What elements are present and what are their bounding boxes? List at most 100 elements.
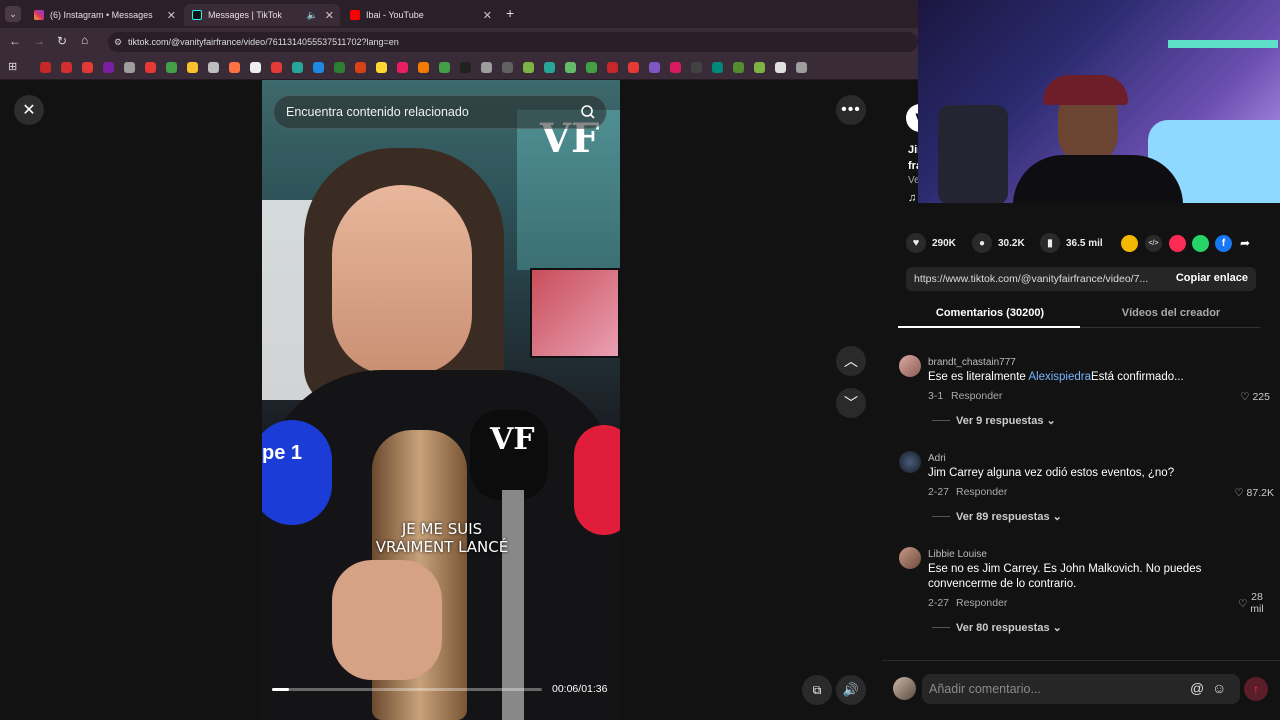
tab-list-button[interactable]: ⌄: [5, 6, 21, 22]
bookmark-icon[interactable]: [82, 62, 93, 73]
bookmark-icon[interactable]: [754, 62, 765, 73]
miniplayer-button[interactable]: ⧉: [802, 675, 832, 705]
speaker-icon[interactable]: 🔈: [307, 10, 318, 21]
bookmark-icon[interactable]: [187, 62, 198, 73]
bookmark-icon[interactable]: [145, 62, 156, 73]
bookmark-icon[interactable]: [250, 62, 261, 73]
new-tab-button[interactable]: +: [506, 5, 514, 21]
bookmark-icon[interactable]: [271, 62, 282, 73]
comment-like-button[interactable]: ♡ 225: [1222, 391, 1270, 403]
bookmark-icon[interactable]: [40, 62, 51, 73]
share-icon[interactable]: ➦: [1240, 236, 1250, 250]
reply-button[interactable]: Responder: [956, 486, 1007, 498]
reply-button[interactable]: Responder: [956, 597, 1007, 609]
bookmark-icon[interactable]: [61, 62, 72, 73]
home-icon[interactable]: ⌂: [81, 33, 88, 47]
avatar[interactable]: [899, 355, 921, 377]
bookmark-icon[interactable]: [418, 62, 429, 73]
bookmark-icon[interactable]: [733, 62, 744, 73]
apps-icon[interactable]: ⊞: [8, 60, 17, 73]
close-icon[interactable]: ✕: [325, 9, 334, 22]
bookmark-icon[interactable]: [481, 62, 492, 73]
forward-icon[interactable]: →: [33, 34, 45, 48]
search-icon[interactable]: [580, 104, 596, 120]
bookmark-icon[interactable]: [691, 62, 702, 73]
next-video-button[interactable]: ﹀: [836, 388, 866, 418]
tab-instagram[interactable]: (6) Instagram • Messages ✕: [26, 4, 182, 26]
replies-divider: [932, 627, 950, 628]
bookmark-icon[interactable]: [712, 62, 723, 73]
whatsapp-icon[interactable]: [1192, 235, 1209, 252]
bookmark-icon[interactable]: [649, 62, 660, 73]
bookmark-icon[interactable]: [775, 62, 786, 73]
comment-username[interactable]: Libbie Louise: [928, 549, 987, 560]
emoji-icon[interactable]: ☺: [1212, 680, 1226, 696]
microphone-blue: [262, 420, 332, 525]
bookmark-icon[interactable]: [544, 62, 555, 73]
like-button[interactable]: ♥ 290K: [906, 233, 956, 253]
url-field[interactable]: ⚙ tiktok.com/@vanityfairfrance/video/761…: [108, 32, 918, 52]
bookmark-icon[interactable]: [355, 62, 366, 73]
tab-youtube[interactable]: Ibai - YouTube ✕: [342, 4, 498, 26]
bookmark-icon[interactable]: [460, 62, 471, 73]
comment-username[interactable]: brandt_chastain777: [928, 357, 1016, 368]
progress-track[interactable]: [272, 688, 542, 691]
bookmark-icon[interactable]: [397, 62, 408, 73]
volume-button[interactable]: 🔊: [836, 675, 866, 705]
copy-link-button[interactable]: Copiar enlace: [1176, 272, 1248, 284]
repost-icon[interactable]: [1121, 235, 1138, 252]
bookmark-icon[interactable]: [607, 62, 618, 73]
reload-icon[interactable]: ↻: [57, 34, 67, 48]
bookmark-icon[interactable]: [334, 62, 345, 73]
comment-like-button[interactable]: ♡ 28 mil: [1238, 591, 1268, 615]
send-icon[interactable]: [1169, 235, 1186, 252]
bookmark-icon[interactable]: [124, 62, 135, 73]
more-options-button[interactable]: •••: [836, 95, 866, 125]
bookmark-icon[interactable]: [103, 62, 114, 73]
bookmark-icon[interactable]: [208, 62, 219, 73]
close-icon[interactable]: ✕: [167, 9, 176, 22]
bookmark-icon[interactable]: [502, 62, 513, 73]
user-avatar[interactable]: [893, 677, 916, 700]
comment-like-button[interactable]: ♡ 87.2K: [1218, 487, 1274, 499]
comment-username[interactable]: Adri: [928, 453, 946, 464]
add-comment-input[interactable]: Añadir comentario... @ ☺: [922, 674, 1240, 704]
view-replies-button[interactable]: Ver 89 respuestas ⌄: [956, 510, 1062, 523]
mention-icon[interactable]: @: [1190, 680, 1204, 696]
bookmark-icon[interactable]: [523, 62, 534, 73]
bookmark-icon[interactable]: [166, 62, 177, 73]
bookmark-icon[interactable]: [292, 62, 303, 73]
view-replies-button[interactable]: Ver 80 respuestas ⌄: [956, 621, 1062, 634]
facebook-icon[interactable]: f: [1215, 235, 1232, 252]
bookmark-icon[interactable]: [628, 62, 639, 73]
post-comment-button[interactable]: ↑: [1244, 677, 1268, 701]
bookmark-icon[interactable]: [439, 62, 450, 73]
bookmark-icon[interactable]: [670, 62, 681, 73]
view-replies-button[interactable]: Ver 9 respuestas ⌄: [956, 414, 1056, 427]
bookmark-icon[interactable]: [565, 62, 576, 73]
close-video-button[interactable]: ✕: [14, 95, 44, 125]
bookmark-icon[interactable]: [229, 62, 240, 73]
video-time: 00:06/01:36: [552, 683, 608, 695]
save-button[interactable]: ▮ 36.5 mil: [1040, 233, 1103, 253]
back-icon[interactable]: ←: [9, 34, 21, 48]
tab-tiktok[interactable]: Messages | TikTok 🔈 ✕: [184, 4, 340, 26]
avatar[interactable]: [899, 547, 921, 569]
avatar[interactable]: [899, 451, 921, 473]
reply-button[interactable]: Responder: [951, 390, 1002, 402]
bookmark-icon[interactable]: [796, 62, 807, 73]
bookmark-icon: ▮: [1040, 233, 1060, 253]
close-icon[interactable]: ✕: [483, 9, 492, 22]
comment-button[interactable]: ● 30.2K: [972, 233, 1025, 253]
search-input[interactable]: Encuentra contenido relacionado: [273, 95, 607, 129]
mention-link[interactable]: Alexispiedra: [1028, 371, 1091, 383]
site-info-icon[interactable]: ⚙: [114, 37, 122, 48]
video-player[interactable]: VF pe 1 VF JE ME SUIS VRAIMENT LANCÉ 00:…: [262, 80, 620, 720]
bookmark-icon[interactable]: [376, 62, 387, 73]
bookmark-icon[interactable]: [313, 62, 324, 73]
bookmark-icon[interactable]: [586, 62, 597, 73]
previous-video-button[interactable]: ︿: [836, 346, 866, 376]
tab-comments[interactable]: Comentarios (30200): [900, 307, 1080, 319]
embed-icon[interactable]: </>: [1145, 235, 1162, 252]
tab-creator-videos[interactable]: Vídeos del creador: [1081, 307, 1261, 319]
